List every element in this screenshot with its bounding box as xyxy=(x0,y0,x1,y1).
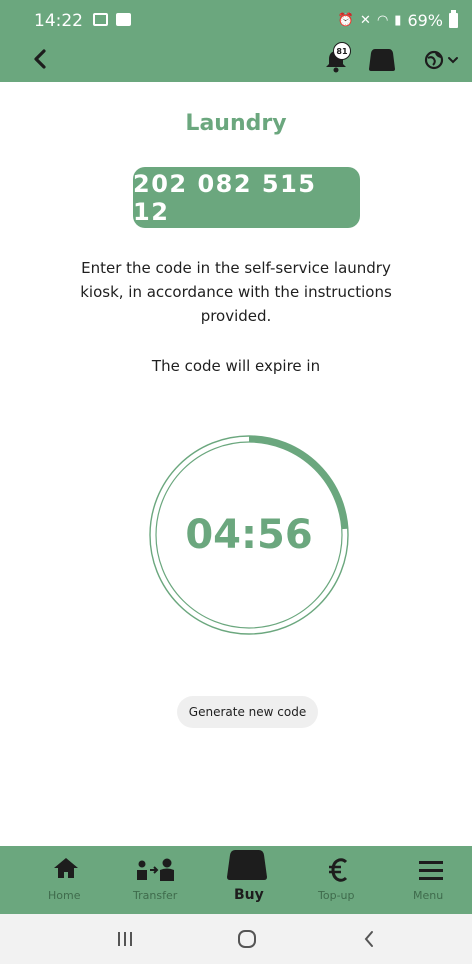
status-time: 14:22 xyxy=(34,11,83,31)
nav-label-home: Home xyxy=(48,889,81,902)
generate-new-code-button[interactable]: Generate new code xyxy=(177,696,318,728)
nav-item-topup[interactable]: Top-up xyxy=(312,846,366,914)
chevron-left-icon xyxy=(34,49,46,69)
expire-label: The code will expire in xyxy=(151,357,321,375)
menu-icon xyxy=(419,861,443,880)
phone-screen: 14:22 ⏰ ✕ ◠ ▮ 69% 81 Laundry 202 082 515… xyxy=(0,0,472,964)
battery-icon xyxy=(449,10,458,28)
euro-icon xyxy=(329,858,348,882)
bottom-nav: Home Transfer Buy Top-up Menu xyxy=(0,846,472,914)
notification-badge: 81 xyxy=(333,42,351,60)
top-bar: 14:22 ⏰ ✕ ◠ ▮ 69% 81 xyxy=(0,0,472,82)
checkbox-notification-icon xyxy=(116,13,131,26)
alarm-icon: ⏰ xyxy=(337,13,355,28)
nav-label-menu: Menu xyxy=(413,889,444,902)
nav-label-buy: Buy xyxy=(234,887,264,903)
page-title: Laundry xyxy=(185,111,287,136)
language-selector[interactable] xyxy=(424,48,468,72)
system-nav-bar xyxy=(0,914,472,964)
nav-item-menu[interactable]: Menu xyxy=(408,846,454,914)
home-icon xyxy=(54,858,78,878)
status-right: ⏰ ✕ ◠ ▮ 69% xyxy=(337,10,458,30)
back-button[interactable] xyxy=(26,44,54,74)
laundry-machine-button[interactable] xyxy=(368,47,396,73)
instructions-text: Enter the code in the self-service laund… xyxy=(80,259,392,325)
laundry-code: 202 082 515 12 xyxy=(133,167,360,228)
status-bar: 14:22 ⏰ ✕ ◠ ▮ 69% xyxy=(0,0,472,36)
back-arrow-icon xyxy=(364,931,373,947)
nav-item-home[interactable]: Home xyxy=(38,846,94,914)
transfer-icon xyxy=(137,858,174,881)
countdown-timer: 04:56 xyxy=(146,432,352,638)
recent-apps-button[interactable] xyxy=(110,926,140,952)
laundry-machine-icon xyxy=(369,49,395,71)
wifi-icon: ◠ xyxy=(376,13,389,28)
home-circle-icon xyxy=(238,930,256,948)
timer-value: 04:56 xyxy=(185,512,313,558)
status-notification-icons xyxy=(93,13,131,26)
nav-label-topup: Top-up xyxy=(318,889,355,902)
battery-percent: 69% xyxy=(407,11,443,30)
back-system-button[interactable] xyxy=(354,926,384,952)
buy-machine-icon xyxy=(227,850,267,880)
app-header: 81 xyxy=(0,38,472,82)
nav-label-transfer: Transfer xyxy=(133,889,178,902)
chevron-down-icon xyxy=(448,57,458,64)
recent-apps-icon xyxy=(118,932,132,946)
signal-icon: ▮ xyxy=(394,13,402,28)
mute-icon: ✕ xyxy=(360,13,371,28)
nav-item-buy[interactable]: Buy xyxy=(224,846,270,914)
nav-item-transfer[interactable]: Transfer xyxy=(124,846,190,914)
gallery-notification-icon xyxy=(93,13,108,26)
globe-icon xyxy=(424,50,444,70)
home-system-button[interactable] xyxy=(232,926,262,952)
